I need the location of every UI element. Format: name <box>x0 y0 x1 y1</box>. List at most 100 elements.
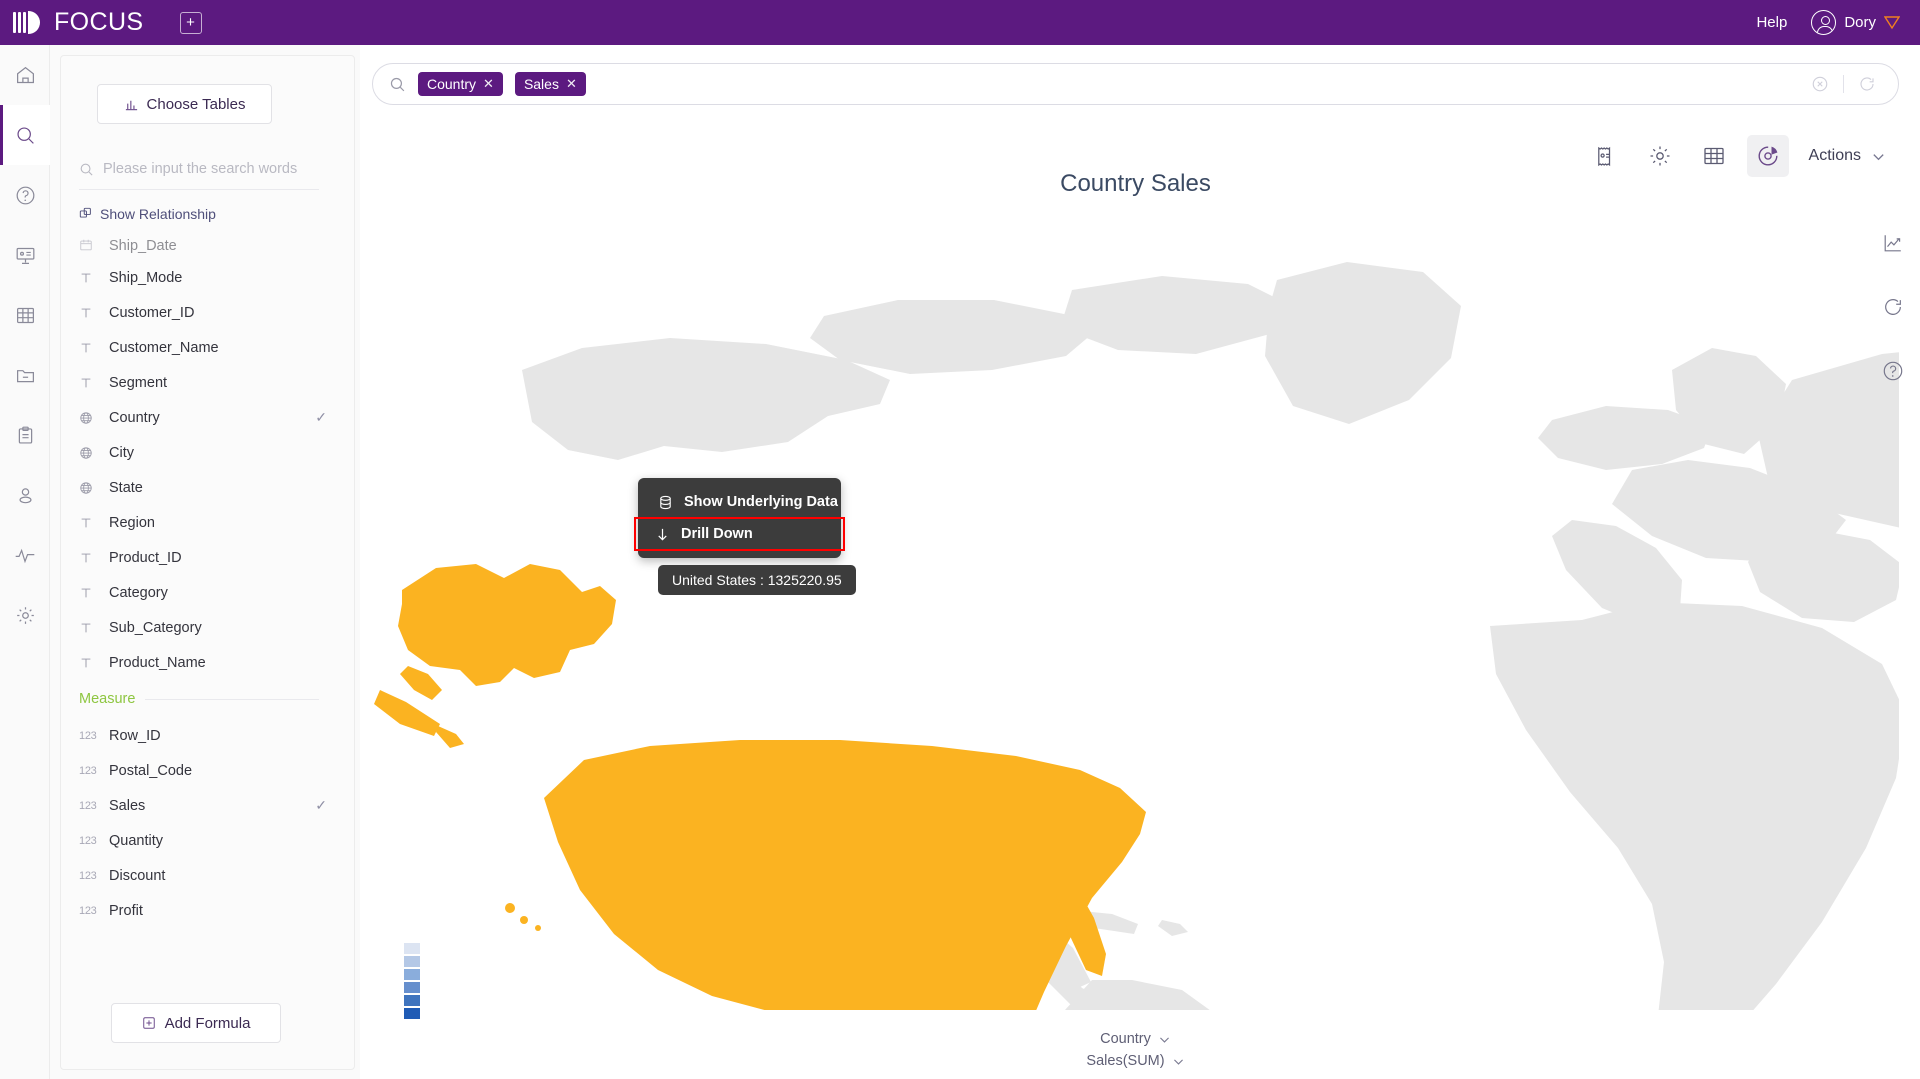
chevron-down-icon <box>1873 153 1884 160</box>
clear-circle-icon[interactable] <box>1811 75 1829 93</box>
chart-view-button[interactable] <box>1746 135 1789 177</box>
measure-axis-label[interactable]: Sales(SUM) <box>1086 1053 1184 1069</box>
field-row-sales[interactable]: 123 Sales ✓ <box>61 788 355 823</box>
field-row-row_id[interactable]: 123 Row_ID <box>61 718 355 753</box>
field-row-discount[interactable]: 123 Discount <box>61 858 355 893</box>
123-icon: 123 <box>79 870 101 882</box>
text-icon <box>79 271 101 285</box>
chart-settings-button[interactable] <box>1639 135 1681 177</box>
field-row-postal_code[interactable]: 123 Postal_Code <box>61 753 355 788</box>
rail-item-table[interactable] <box>0 285 50 345</box>
top-bar-right: Help Dory <box>1756 10 1900 35</box>
search-icon <box>389 76 406 93</box>
field-row-country[interactable]: Country ✓ <box>61 400 355 435</box>
field-row-product_name[interactable]: Product_Name <box>61 645 355 680</box>
field-row-ship_mode[interactable]: Ship_Mode <box>61 260 355 295</box>
field-row-city[interactable]: City <box>61 435 355 470</box>
panel-divider <box>79 189 319 190</box>
add-formula-button[interactable]: Add Formula <box>111 1003 281 1043</box>
text-icon <box>81 658 91 667</box>
search-bar-actions <box>1811 75 1876 93</box>
actions-dropdown[interactable]: Actions <box>1809 147 1886 165</box>
trend-chart-button[interactable] <box>1880 230 1906 256</box>
text-icon <box>81 378 91 387</box>
rail-item-user[interactable] <box>0 465 50 525</box>
dimension-axis-label[interactable]: Country <box>1100 1031 1171 1047</box>
field-row-customer_name[interactable]: Customer_Name <box>61 330 355 365</box>
rail-item-presentation[interactable] <box>0 225 50 285</box>
field-selected-check-icon: ✓ <box>315 797 327 813</box>
field-name: Region <box>109 514 155 531</box>
chart-help-button[interactable] <box>1880 358 1906 384</box>
search-chip-country[interactable]: Country ✕ <box>418 72 503 96</box>
refresh-icon[interactable] <box>1858 75 1876 93</box>
add-formula-label: Add Formula <box>164 1014 251 1032</box>
panel-search-placeholder: Please input the search words <box>103 161 298 177</box>
field-row-ship_date[interactable]: Ship_Date <box>61 238 355 260</box>
rail-item-search[interactable] <box>0 105 50 165</box>
text-icon <box>81 308 91 317</box>
field-row-product_id[interactable]: Product_ID <box>61 540 355 575</box>
rail-item-activity[interactable] <box>0 525 50 585</box>
text-icon <box>81 273 91 282</box>
choose-tables-label: Choose Tables <box>146 95 246 113</box>
dimension-label-text: Country <box>1100 1031 1151 1047</box>
search-bar[interactable]: Country ✕ Sales ✕ <box>372 63 1899 105</box>
table-view-button[interactable] <box>1693 135 1735 177</box>
measure-list: 123 Row_ID 123 Postal_Code 123 Sales ✓ 123 Quant… <box>61 718 355 928</box>
field-name: City <box>109 444 134 461</box>
rail-item-settings[interactable] <box>0 585 50 645</box>
question-circle-icon <box>1883 361 1903 381</box>
rail-item-help[interactable] <box>0 165 50 225</box>
grid-table-icon <box>16 307 34 323</box>
measure-label: Measure <box>79 691 136 707</box>
close-icon[interactable]: ✕ <box>566 76 577 92</box>
context-menu-item-show-underlying-data[interactable]: Show Underlying Data <box>638 486 841 518</box>
text-icon <box>79 621 101 635</box>
world-map[interactable] <box>372 220 1899 1010</box>
gear-icon <box>1650 146 1670 166</box>
field-name: Customer_Name <box>109 339 219 356</box>
rail-item-folder[interactable] <box>0 345 50 405</box>
calendar-icon <box>79 238 101 252</box>
field-row-profit[interactable]: 123 Profit <box>61 893 355 928</box>
field-row-category[interactable]: Category <box>61 575 355 610</box>
field-row-state[interactable]: State <box>61 470 355 505</box>
globe-icon <box>80 446 92 459</box>
choose-tables-button[interactable]: Choose Tables <box>97 84 272 124</box>
field-name: Ship_Date <box>109 238 177 254</box>
text-icon <box>81 623 91 632</box>
123-icon: 123 <box>79 905 101 917</box>
globe-icon <box>79 481 101 495</box>
show-relationship-button[interactable]: Show Relationship <box>79 206 216 222</box>
field-list[interactable]: Ship_Date Ship_Mode Customer_ID Customer_Na… <box>61 238 355 1008</box>
rail-item-home[interactable] <box>0 45 50 105</box>
context-menu-item-drill-down[interactable]: Drill Down <box>634 517 845 551</box>
user-menu[interactable]: Dory <box>1811 10 1900 35</box>
legend-swatch-group <box>404 943 420 1021</box>
search-chip-sales[interactable]: Sales ✕ <box>514 72 586 96</box>
panel-search-input[interactable]: Please input the search words <box>79 154 337 184</box>
rail-item-clipboard[interactable] <box>0 405 50 465</box>
field-row-region[interactable]: Region <box>61 505 355 540</box>
user-icon <box>18 487 32 503</box>
field-row-quantity[interactable]: 123 Quantity <box>61 823 355 858</box>
add-tab-button[interactable]: + <box>179 11 202 34</box>
legend-swatch-3 <box>404 982 420 993</box>
help-link[interactable]: Help <box>1756 14 1787 31</box>
pulse-icon <box>15 548 35 563</box>
show-relationship-label: Show Relationship <box>100 206 216 222</box>
field-row-sub_category[interactable]: Sub_Category <box>61 610 355 645</box>
focus-logo-icon <box>13 9 47 37</box>
receipt-button[interactable] <box>1585 135 1627 177</box>
highlighted-country-united-states[interactable] <box>374 564 1146 1010</box>
field-selected-check-icon: ✓ <box>315 409 327 425</box>
close-icon[interactable]: ✕ <box>483 76 494 92</box>
123-icon: 123 <box>79 800 101 812</box>
field-row-customer_id[interactable]: Customer_ID <box>61 295 355 330</box>
globe-icon <box>79 446 101 460</box>
refresh-button[interactable] <box>1880 294 1906 320</box>
data-panel: Choose Tables Please input the search wo… <box>50 45 360 1079</box>
user-name: Dory <box>1844 14 1876 31</box>
field-row-segment[interactable]: Segment <box>61 365 355 400</box>
